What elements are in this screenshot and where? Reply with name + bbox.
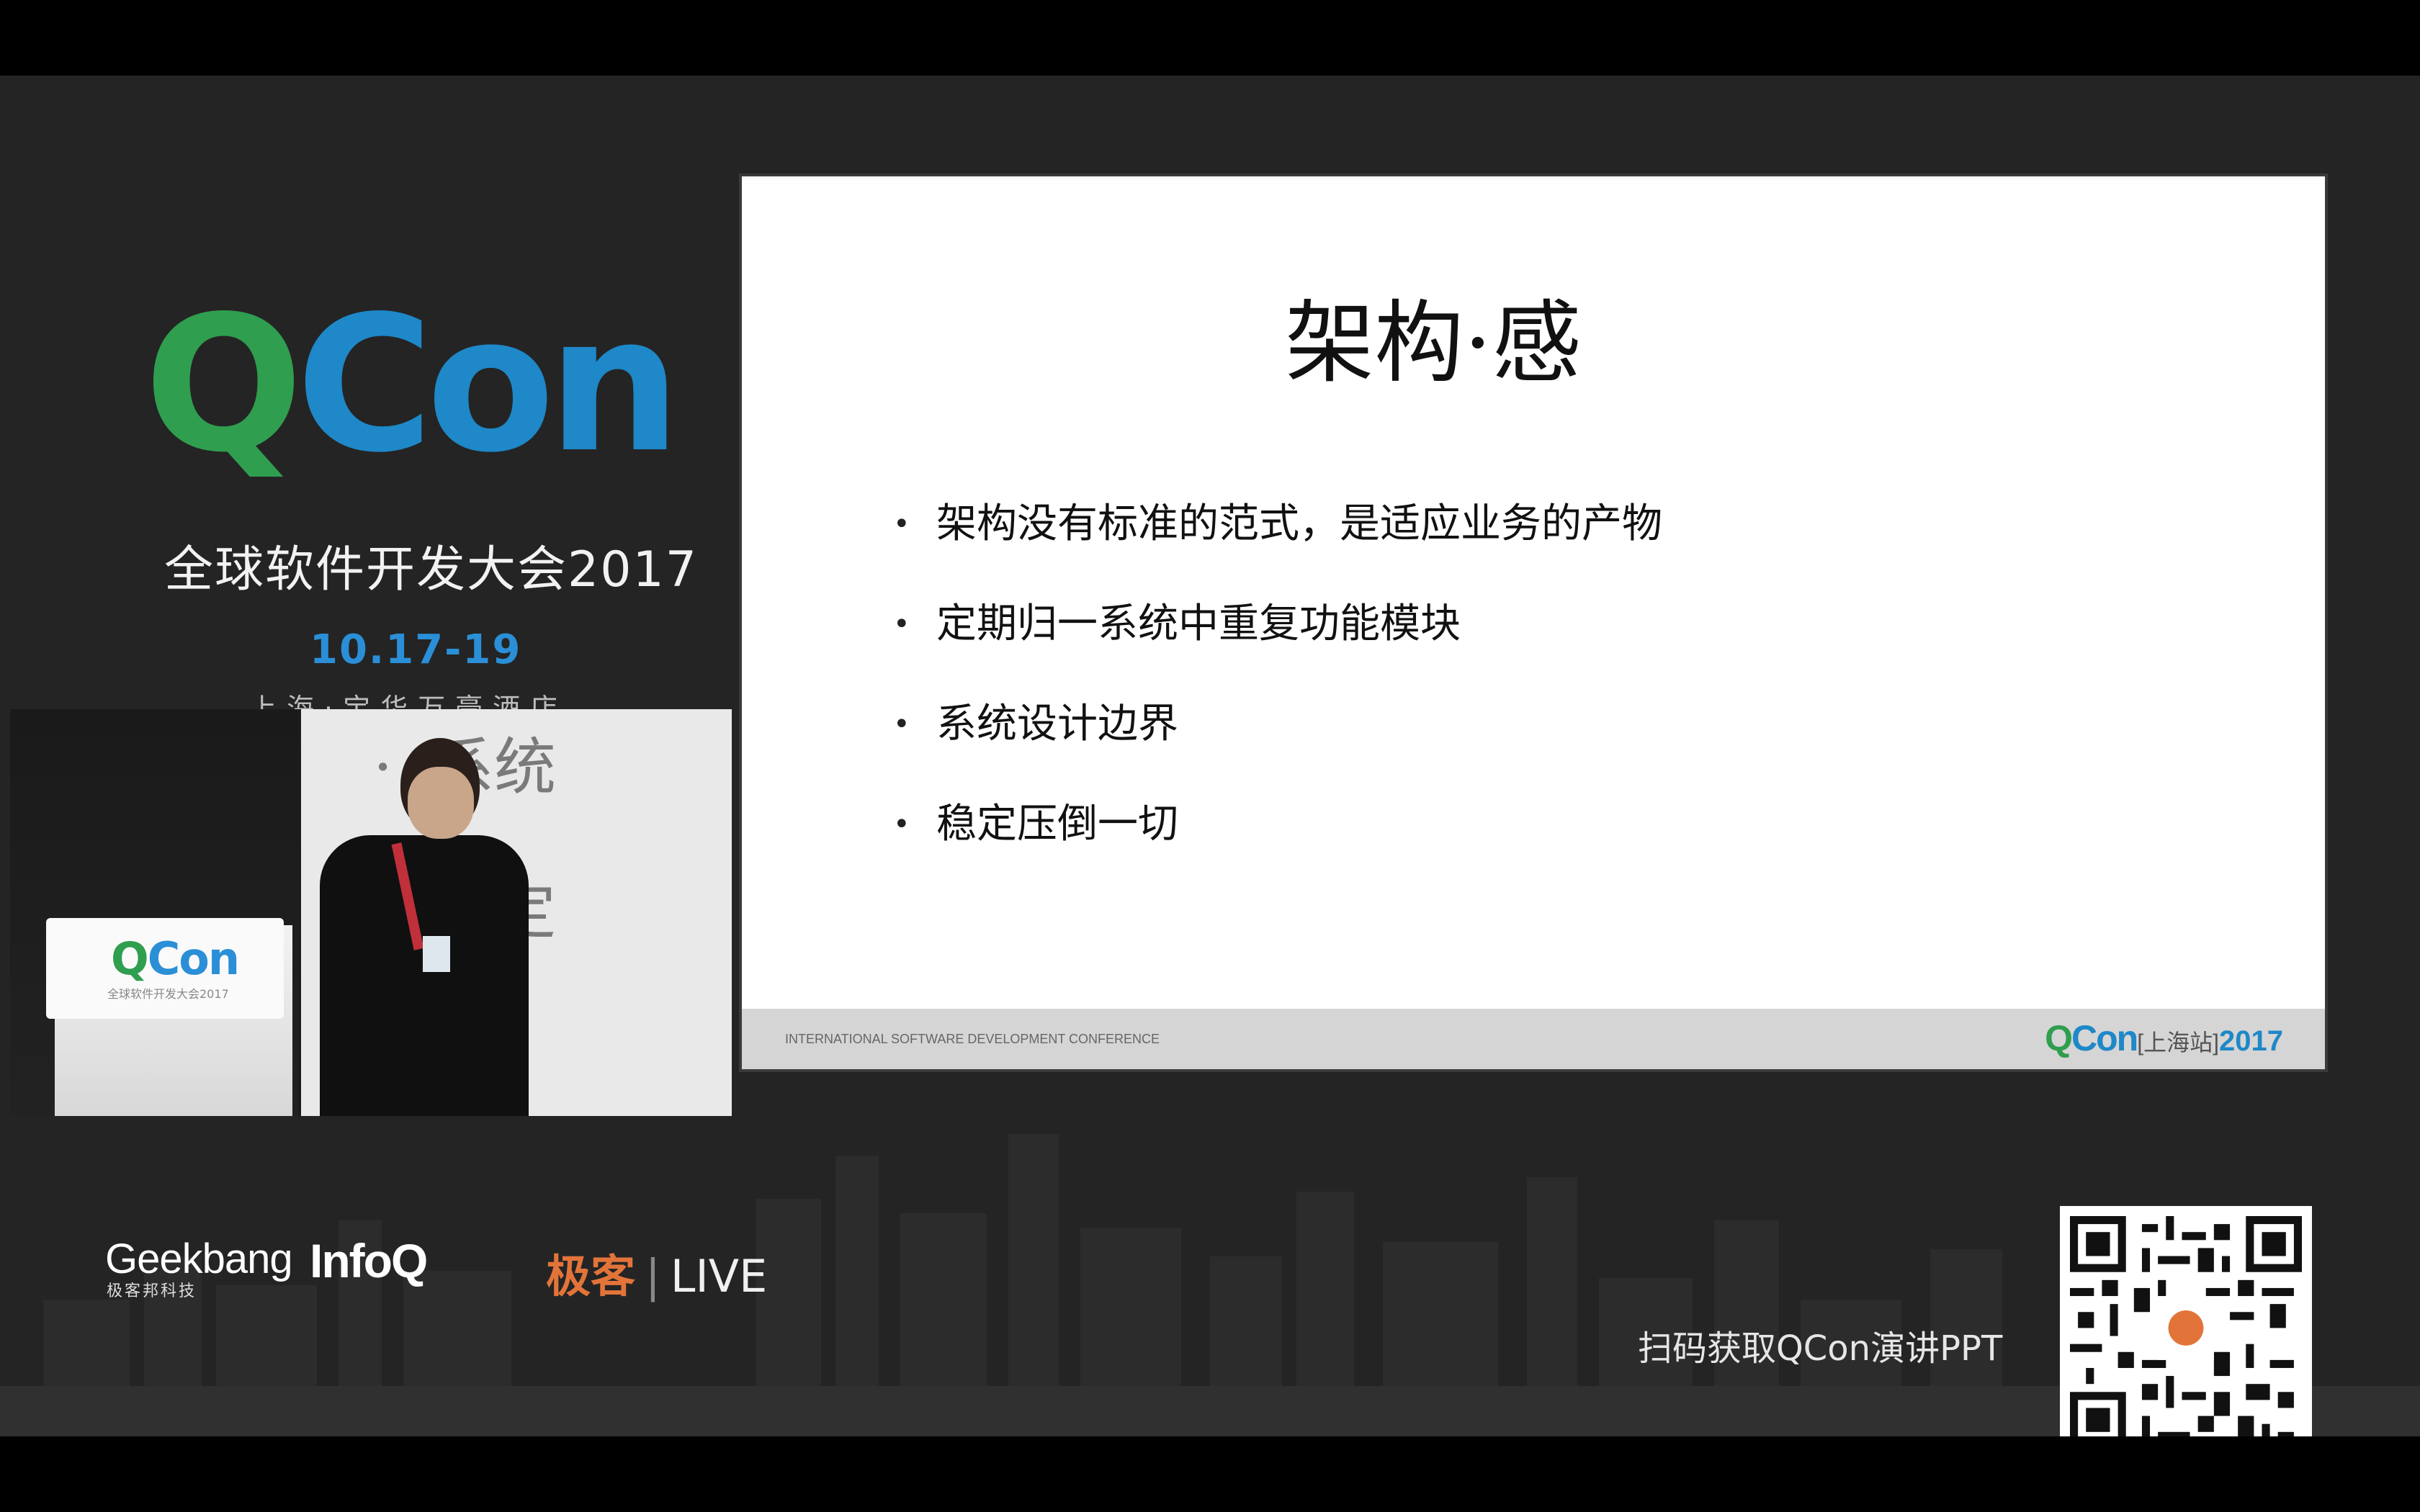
presentation-slide: 架构·感 架构没有标准的范式，是适应业务的产物 定期归一系统中重复功能模块 系统…: [742, 176, 2325, 1069]
slide-footer: INTERNATIONAL SOFTWARE DEVELOPMENT CONFE…: [742, 1009, 2325, 1069]
speaker-badge: [423, 936, 450, 972]
slide-title: 架构·感: [1285, 292, 1582, 395]
podium-qcon-logo: QCon: [111, 932, 240, 985]
qr-code-icon: [2070, 1216, 2302, 1436]
speaker-face: [408, 767, 474, 839]
qcon-logo: QCon: [144, 292, 681, 479]
slide-bullet: 定期归一系统中重复功能模块: [893, 604, 1662, 704]
slide-bullet: 系统设计边界: [893, 704, 1662, 804]
video-frame: QCon 全球软件开发大会2017 10.17-19 上海·宝华万豪酒店 QCo…: [0, 76, 2420, 1436]
live-word: LIVE: [670, 1250, 768, 1302]
footer-logo-brand: QCon: [2045, 1018, 2138, 1058]
slide-bullet-list: 架构没有标准的范式，是适应业务的产物 定期归一系统中重复功能模块 系统设计边界 …: [893, 504, 1662, 904]
live-brand: 极客: [546, 1250, 636, 1302]
podium-panel: QCon 全球软件开发大会2017: [46, 918, 284, 1019]
geekbang-logo: Geekbang: [105, 1236, 293, 1282]
footer-logo-year: 2017: [2219, 1025, 2283, 1057]
infoq-logo: InfoQ: [310, 1234, 428, 1287]
footer-logo-q: Q: [2045, 1018, 2073, 1058]
footer-logo-con: Con: [2071, 1018, 2138, 1058]
qr-caption: 扫码获取QCon演讲PPT: [1638, 1328, 2003, 1369]
qr-code[interactable]: [2060, 1206, 2312, 1436]
podium-subtitle: 全球软件开发大会2017: [107, 987, 229, 1001]
live-divider: |: [645, 1250, 660, 1302]
podium-logo-q: Q: [111, 932, 149, 985]
conference-name: 全球软件开发大会2017: [164, 541, 699, 598]
slide-bullet: 架构没有标准的范式，是适应业务的产物: [893, 504, 1662, 604]
geekbang-subtitle: 极客邦科技: [107, 1282, 197, 1300]
slide-footer-text: INTERNATIONAL SOFTWARE DEVELOPMENT CONFE…: [785, 1032, 1160, 1046]
qcon-logo-q: Q: [144, 276, 303, 494]
podium-logo-con: Con: [147, 932, 240, 985]
geek-live-logo: 极客 | LIVE: [546, 1240, 767, 1305]
qcon-logo-con: Con: [296, 276, 681, 494]
speaker-camera-view: QCon 全球软件开发大会2017 · 系统 · 稳定: [10, 709, 732, 1116]
slide-bullet: 稳定压倒一切: [893, 804, 1662, 904]
slide-footer-logo: QCon[上海站]2017: [2045, 1017, 2283, 1059]
conference-dates: 10.17-19: [310, 626, 522, 673]
footer-logo-site: [上海站]: [2137, 1030, 2220, 1056]
speaker-body: [320, 835, 529, 1116]
